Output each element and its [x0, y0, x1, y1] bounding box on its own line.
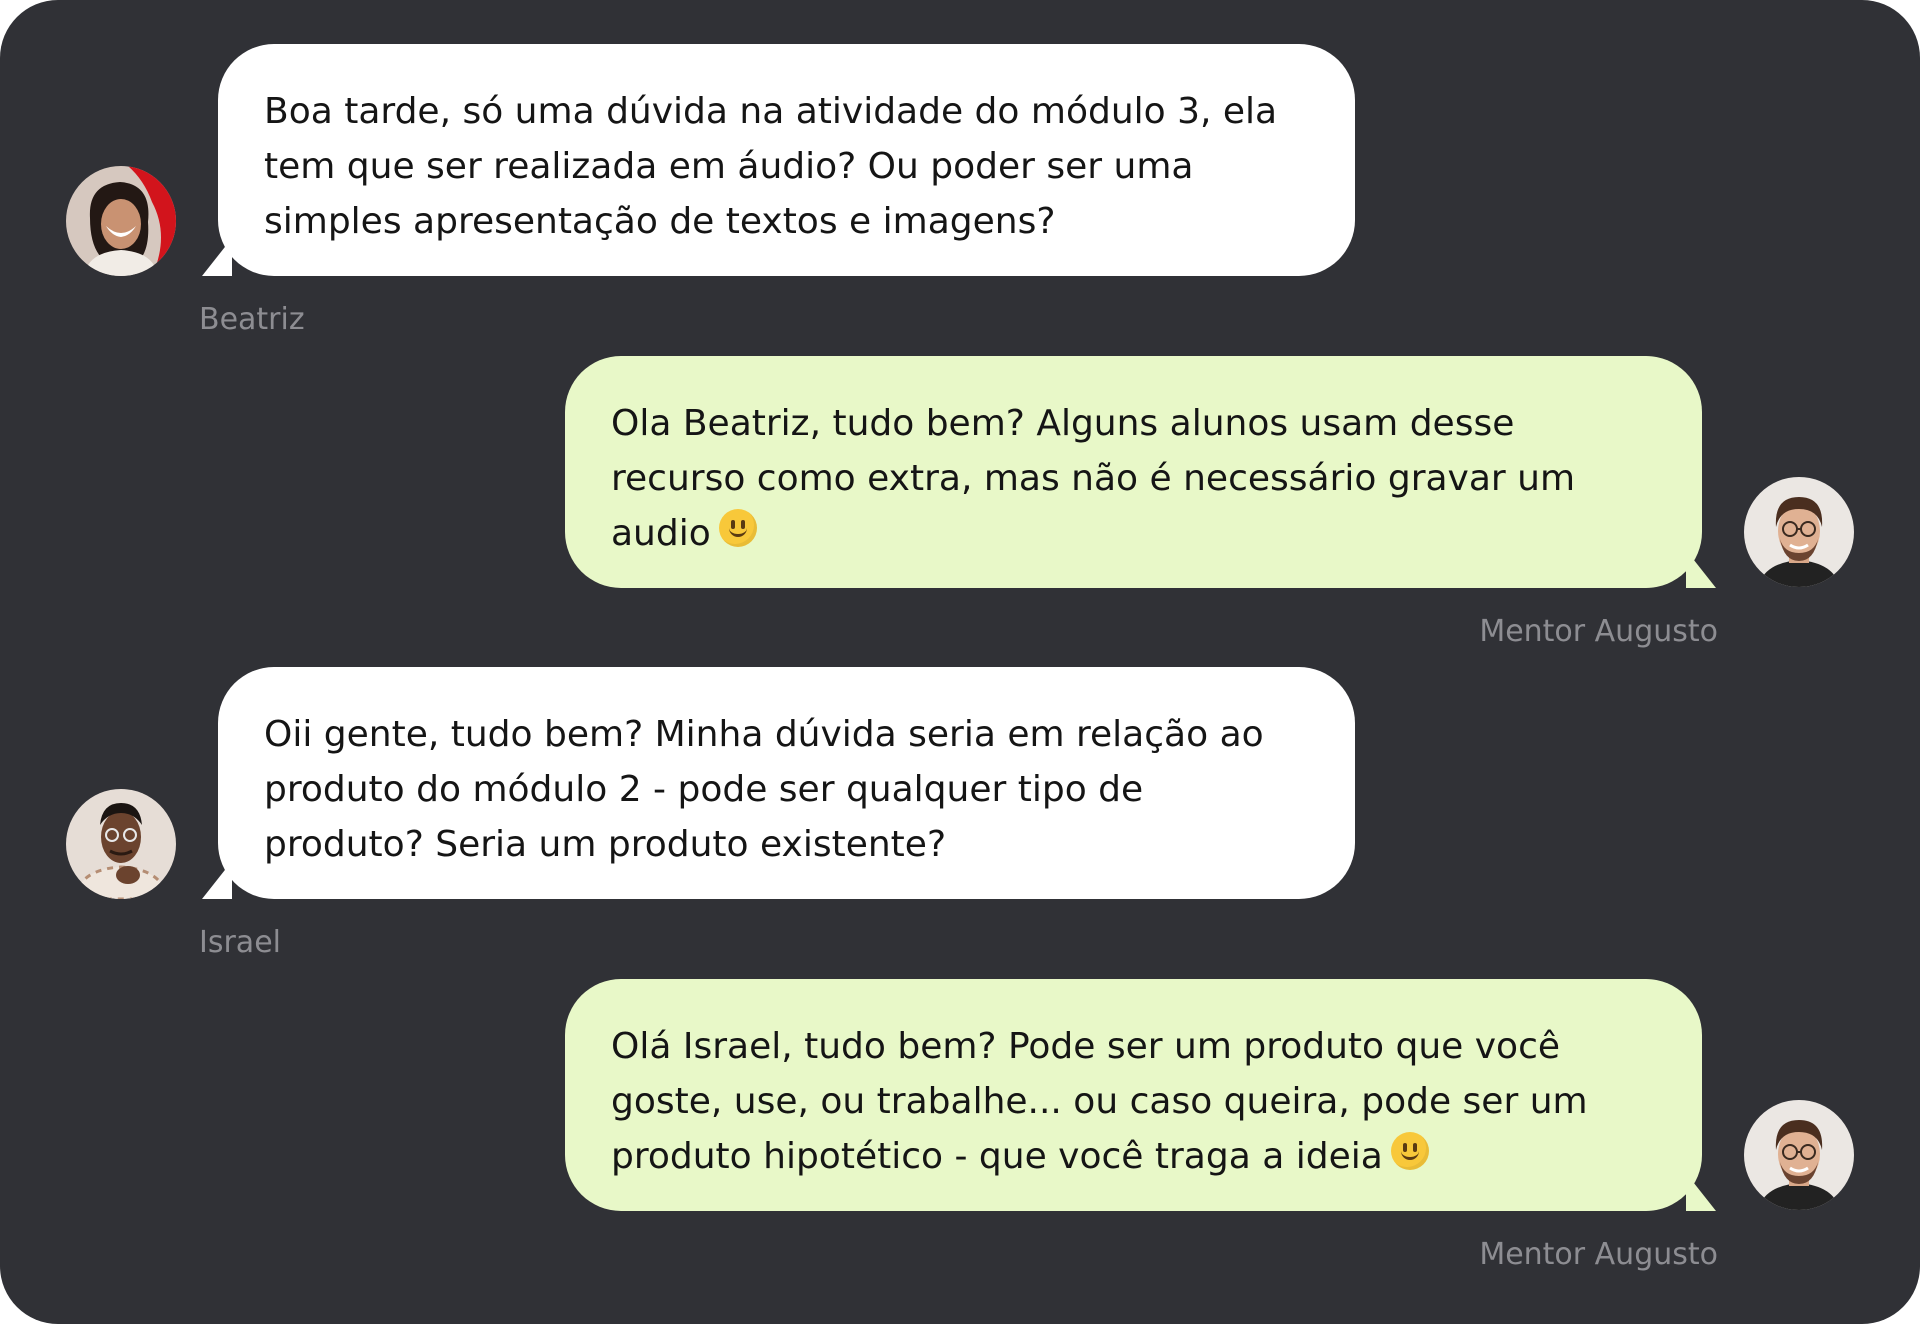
chat-panel: Boa tarde, só uma dúvida na atividade do…	[0, 0, 1920, 1324]
avatar-mentor-augusto	[1744, 1100, 1854, 1210]
message-bubble: Olá Israel, tudo bem? Pode ser um produt…	[565, 979, 1702, 1211]
man-glasses-portrait-avatar	[1744, 1100, 1854, 1210]
author-name: Mentor Augusto	[1479, 1237, 1718, 1272]
message-mentor-augusto-2: Olá Israel, tudo bem? Pode ser um produt…	[0, 0, 1920, 1300]
slightly-smiling-face-icon	[1390, 1132, 1429, 1170]
message-text: Olá Israel, tudo bem? Pode ser um produt…	[611, 1026, 1588, 1177]
bubble-tail	[1686, 1173, 1716, 1211]
